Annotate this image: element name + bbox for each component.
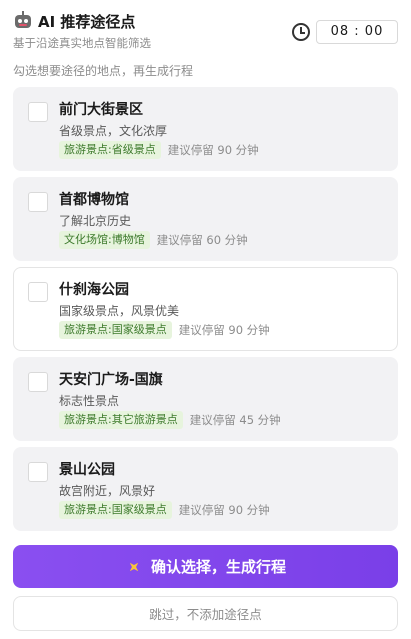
place-desc: 标志性景点 (59, 394, 120, 408)
page-title: AI 推荐途径点 (38, 12, 136, 31)
skip-button[interactable]: 跳过，不添加途径点 (13, 596, 398, 631)
place-name: 天安门广场-国旗 (59, 372, 163, 388)
confirm-button-label: 确认选择，生成行程 (150, 558, 286, 576)
robot-icon (13, 11, 33, 31)
confirm-generate-button[interactable]: 确认选择，生成行程 (13, 545, 398, 588)
place-desc: 了解北京历史 (59, 214, 132, 228)
category-tag: 旅游景点:国家级景点 (59, 501, 172, 519)
stay-duration: 建议停留 60 分钟 (156, 233, 248, 247)
place-desc: 国家级景点，风景优美 (59, 304, 180, 318)
place-checkbox[interactable] (28, 282, 48, 302)
place-desc: 省级景点，文化浓厚 (59, 124, 168, 138)
sparkle-icon (125, 558, 143, 576)
skip-button-label: 跳过，不添加途径点 (149, 607, 262, 622)
stay-duration: 建议停留 90 分钟 (178, 323, 270, 337)
place-name: 首都博物馆 (59, 192, 129, 208)
category-tag: 旅游景点:其它旅游景点 (59, 411, 183, 429)
place-desc: 故宫附近，风景好 (59, 484, 156, 498)
place-name: 前门大街景区 (59, 102, 143, 118)
place-card[interactable]: 前门大街景区 省级景点，文化浓厚 旅游景点:省级景点 建议停留 90 分钟 (13, 87, 398, 171)
place-checkbox[interactable] (28, 102, 48, 122)
place-checkbox[interactable] (28, 462, 48, 482)
header: AI 推荐途径点 基于沿途真实地点智能筛选 08 : 00 (13, 10, 398, 56)
time-picker[interactable]: 08 : 00 (292, 20, 398, 44)
category-tag: 旅游景点:省级景点 (59, 141, 161, 159)
category-tag: 旅游景点:国家级景点 (59, 321, 172, 339)
place-name: 景山公园 (59, 462, 115, 478)
category-tag: 文化场馆:博物馆 (59, 231, 150, 249)
place-card[interactable]: 首都博物馆 了解北京历史 文化场馆:博物馆 建议停留 60 分钟 (13, 177, 398, 261)
place-list: 前门大街景区 省级景点，文化浓厚 旅游景点:省级景点 建议停留 90 分钟 首都… (13, 87, 398, 537)
stay-duration: 建议停留 90 分钟 (167, 143, 259, 157)
place-card[interactable]: 景山公园 故宫附近，风景好 旅游景点:国家级景点 建议停留 90 分钟 (13, 447, 398, 531)
place-checkbox[interactable] (28, 192, 48, 212)
place-card[interactable]: 天安门广场-国旗 标志性景点 旅游景点:其它旅游景点 建议停留 45 分钟 (13, 357, 398, 441)
place-card[interactable]: 什刹海公园 国家级景点，风景优美 旅游景点:国家级景点 建议停留 90 分钟 (13, 267, 398, 351)
stay-duration: 建议停留 90 分钟 (178, 503, 270, 517)
place-name: 什刹海公园 (59, 282, 129, 298)
stay-duration: 建议停留 45 分钟 (189, 413, 281, 427)
clock-icon (292, 23, 310, 41)
instruction-text: 勾选想要途径的地点，再生成行程 (13, 64, 194, 78)
time-input[interactable]: 08 : 00 (316, 20, 398, 44)
place-checkbox[interactable] (28, 372, 48, 392)
